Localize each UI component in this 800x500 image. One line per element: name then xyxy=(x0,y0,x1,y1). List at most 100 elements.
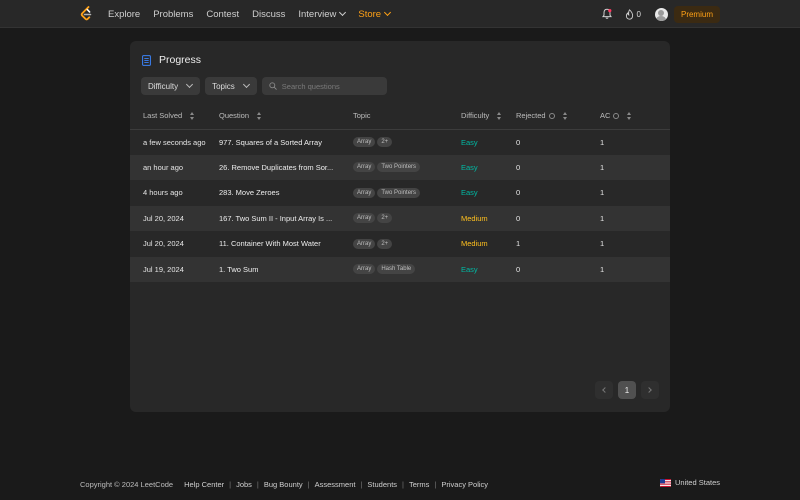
topic-tag[interactable]: 2+ xyxy=(377,213,393,224)
sort-icon[interactable] xyxy=(190,112,195,121)
topic-tag[interactable]: Array xyxy=(353,187,376,198)
last-solved-cell: an hour ago xyxy=(130,154,219,180)
topic-tag[interactable]: Array xyxy=(353,264,376,275)
difficulty-cell-text: Easy xyxy=(461,188,478,198)
user-avatar[interactable] xyxy=(654,7,668,21)
topic-tag[interactable]: Array xyxy=(353,137,376,147)
footer-link-help-center[interactable]: Help Center xyxy=(184,480,224,489)
question-cell[interactable]: 977. Squares of a Sorted Array xyxy=(219,129,353,155)
sort-icon[interactable] xyxy=(497,112,502,121)
last-solved-cell-text: Jul 20, 2024 xyxy=(143,239,184,249)
filter-bar: Difficulty Topics xyxy=(141,77,387,95)
topic-tag[interactable]: Two Pointers xyxy=(377,162,421,173)
topic-tag[interactable]: 2+ xyxy=(377,137,393,147)
footer-link-students[interactable]: Students xyxy=(367,480,397,489)
leetcode-logo-icon[interactable] xyxy=(79,6,93,22)
topics-dropdown[interactable]: Topics xyxy=(205,77,257,95)
column-header-question[interactable]: Question xyxy=(219,103,353,130)
topic-tag[interactable]: Array xyxy=(353,213,376,224)
topic-tag[interactable]: 2+ xyxy=(377,238,393,249)
copyright-text: Copyright © 2024 LeetCode xyxy=(80,479,174,489)
question-cell[interactable]: 167. Two Sum II - Input Array Is ... xyxy=(219,205,353,231)
topic-tag[interactable]: Array xyxy=(353,238,376,249)
question-cell[interactable]: 26. Remove Duplicates from Sor... xyxy=(219,154,353,180)
rejected-cell-text: 0 xyxy=(516,137,521,147)
difficulty-dropdown[interactable]: Difficulty xyxy=(141,77,201,95)
streak-counter[interactable]: 0 xyxy=(625,8,641,20)
question-cell-text[interactable]: 977. Squares of a Sorted Array xyxy=(219,138,322,147)
nav-item-explore[interactable]: Explore xyxy=(108,9,140,20)
question-cell-text[interactable]: 11. Container With Most Water xyxy=(219,239,321,248)
topic-tag[interactable]: Hash Table xyxy=(377,264,416,275)
last-solved-cell: Jul 20, 2024 xyxy=(130,205,219,231)
sort-icon[interactable] xyxy=(562,112,568,121)
prev-page-button[interactable] xyxy=(595,381,613,399)
ac-cell-text: 1 xyxy=(600,213,605,223)
column-header-last-solved[interactable]: Last Solved xyxy=(130,103,219,130)
nav-item-contest[interactable]: Contest xyxy=(206,9,239,20)
difficulty-cell-text: Easy xyxy=(461,264,478,274)
question-cell[interactable]: 283. Move Zeroes xyxy=(219,180,353,206)
table-row[interactable]: a few seconds ago 977. Squares of a Sorte… xyxy=(130,129,670,155)
footer-link-assessment[interactable]: Assessment xyxy=(315,480,356,489)
rejected-cell-text: 0 xyxy=(516,264,521,274)
ac-cell: 1 xyxy=(600,256,670,282)
nav-item-label: Interview xyxy=(298,8,337,20)
table-row[interactable]: Jul 20, 2024 11. Container With Most Wate… xyxy=(130,231,670,257)
footer-link-bug-bounty[interactable]: Bug Bounty xyxy=(264,480,303,489)
footer-separator: | xyxy=(360,479,363,489)
top-navbar: Explore Problems Contest Discuss Interview St… xyxy=(0,0,800,28)
footer-separator: | xyxy=(434,479,437,489)
progress-list-icon xyxy=(142,54,151,66)
nav-menu: Explore Problems Contest Discuss Interview St… xyxy=(108,0,403,28)
question-cell-text[interactable]: 283. Move Zeroes xyxy=(219,188,279,197)
next-page-button[interactable] xyxy=(641,381,659,399)
notification-bell-icon[interactable] xyxy=(601,8,613,20)
question-cell[interactable]: 11. Container With Most Water xyxy=(219,231,353,257)
column-header-ac[interactable]: AC xyxy=(600,103,670,130)
topic-tag[interactable]: Array xyxy=(353,162,376,173)
ac-cell-text: 1 xyxy=(600,162,605,172)
chevron-down-icon xyxy=(384,8,392,17)
page-title: Progress xyxy=(159,54,202,66)
ac-cell-text: 1 xyxy=(600,264,605,274)
search-input[interactable] xyxy=(281,81,382,91)
question-cell-text[interactable]: 26. Remove Duplicates from Sor... xyxy=(219,163,333,172)
premium-button[interactable]: Premium xyxy=(673,5,720,23)
rejected-cell: 0 xyxy=(516,129,600,155)
progress-table: Last Solved Question Topic Difficulty Re… xyxy=(130,103,670,282)
nav-item-problems[interactable]: Problems xyxy=(153,9,193,20)
nav-item-store[interactable]: Store xyxy=(358,8,392,20)
difficulty-cell-text: Medium xyxy=(461,239,488,249)
table-row[interactable]: Jul 20, 2024 167. Two Sum II - Input Arra… xyxy=(130,205,670,231)
question-cell[interactable]: 1. Two Sum xyxy=(219,256,353,282)
question-cell-text[interactable]: 1. Two Sum xyxy=(219,265,258,274)
sort-icon[interactable] xyxy=(627,112,632,121)
column-header-difficulty[interactable]: Difficulty xyxy=(461,103,516,130)
info-icon[interactable] xyxy=(548,113,555,120)
footer-link-privacy-policy[interactable]: Privacy Policy xyxy=(441,480,488,489)
nav-right-group: 0 Premium xyxy=(601,0,720,28)
nav-item-interview[interactable]: Interview xyxy=(298,8,347,20)
info-icon[interactable] xyxy=(613,113,620,120)
table-header-row: Last Solved Question Topic Difficulty Re… xyxy=(130,103,670,130)
nav-item-discuss[interactable]: Discuss xyxy=(252,9,285,20)
question-cell-text[interactable]: 167. Two Sum II - Input Array Is ... xyxy=(219,214,332,223)
difficulty-cell: Easy xyxy=(461,256,516,282)
search-box[interactable] xyxy=(261,77,387,95)
nav-item-label: Discuss xyxy=(252,8,286,20)
region-selector[interactable]: United States xyxy=(659,478,720,487)
chevron-left-icon xyxy=(602,387,608,393)
column-header-topic: Topic xyxy=(353,103,461,130)
page-number-button[interactable]: 1 xyxy=(618,381,636,399)
table-row[interactable]: 4 hours ago 283. Move Zeroes Array Two Poin… xyxy=(130,180,670,206)
column-header-rejected[interactable]: Rejected xyxy=(516,103,600,130)
footer-link-terms[interactable]: Terms xyxy=(409,480,429,489)
table-row[interactable]: an hour ago 26. Remove Duplicates from So… xyxy=(130,154,670,180)
ac-cell-text: 1 xyxy=(600,188,605,198)
footer-link-jobs[interactable]: Jobs xyxy=(236,480,252,489)
topic-tag[interactable]: Two Pointers xyxy=(377,187,421,198)
difficulty-cell-text: Easy xyxy=(461,162,478,172)
sort-icon[interactable] xyxy=(257,112,262,121)
table-row[interactable]: Jul 19, 2024 1. Two Sum Array Hash Table Eas… xyxy=(130,256,670,282)
